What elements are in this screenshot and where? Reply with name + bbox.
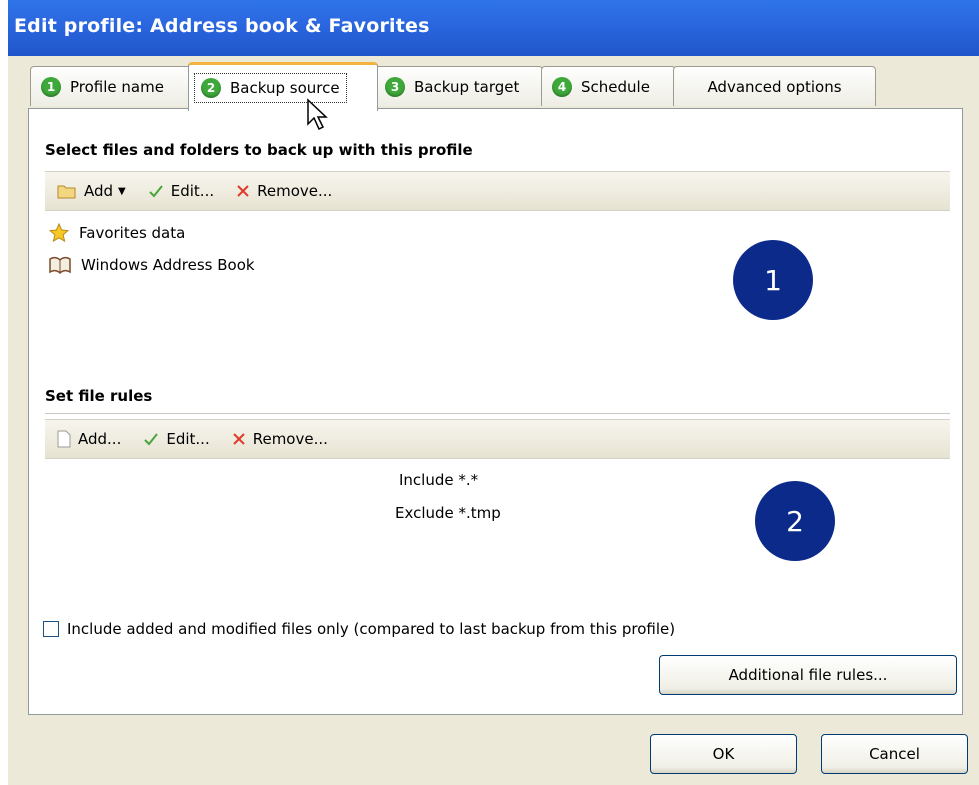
modified-only-checkbox[interactable] [43, 621, 59, 637]
dialog-window: Edit profile: Address book & Favorites 1… [8, 0, 979, 785]
tab-backup-source[interactable]: 2 Backup source [188, 62, 378, 111]
remove-x-icon [232, 432, 246, 446]
star-icon [49, 223, 69, 243]
tab-schedule[interactable]: 4 Schedule [541, 66, 676, 106]
tab-backup-target[interactable]: 3 Backup target [374, 66, 543, 106]
new-document-icon [57, 430, 71, 448]
checkmark-icon [143, 431, 159, 447]
rules-edit-button[interactable]: Edit... [143, 430, 210, 448]
checkbox-label: Include added and modified files only (c… [67, 620, 676, 638]
tab-label: Backup target [414, 77, 520, 96]
rules-add-button[interactable]: Add... [57, 430, 121, 448]
section-divider [45, 413, 950, 414]
list-item[interactable]: Favorites data [45, 217, 950, 249]
tab-strip: 1 Profile name 2 Backup source 3 Backup … [8, 62, 979, 111]
step-4-icon: 4 [552, 76, 572, 97]
list-item[interactable]: Exclude *.tmp [395, 504, 501, 522]
mouse-pointer-icon [306, 98, 328, 136]
additional-file-rules-button[interactable]: Additional file rules... [659, 655, 957, 695]
list-item[interactable]: Windows Address Book [45, 249, 950, 281]
remove-x-icon [236, 184, 250, 198]
cancel-button[interactable]: Cancel [821, 734, 968, 774]
source-section-title: Select files and folders to back up with… [45, 141, 473, 159]
modified-only-option[interactable]: Include added and modified files only (c… [43, 620, 675, 638]
source-list[interactable]: Favorites data Windows Address Book [45, 217, 950, 357]
source-add-button[interactable]: Add ▼ [57, 182, 126, 200]
source-edit-button[interactable]: Edit... [148, 182, 214, 200]
tab-label: Schedule [581, 77, 650, 96]
tab-label: Backup source [230, 79, 340, 97]
step-3-icon: 3 [385, 76, 405, 97]
window-title: Edit profile: Address book & Favorites [14, 15, 430, 37]
step-1-icon: 1 [41, 76, 61, 97]
title-bar[interactable]: Edit profile: Address book & Favorites [8, 0, 979, 56]
source-toolbar: Add ▼ Edit... Remove... [45, 171, 950, 211]
source-remove-button[interactable]: Remove... [236, 182, 332, 200]
rules-section-title: Set file rules [45, 387, 153, 405]
dropdown-arrow-icon: ▼ [118, 185, 126, 197]
checkmark-icon [148, 183, 164, 199]
ok-button[interactable]: OK [650, 734, 797, 774]
tab-label: Profile name [70, 77, 164, 96]
step-2-icon: 2 [201, 78, 221, 98]
address-book-icon [49, 256, 71, 274]
tab-advanced-options[interactable]: Advanced options [673, 66, 876, 106]
rules-toolbar: Add... Edit... Remove... [45, 419, 950, 459]
callout-marker-1: 1 [733, 240, 813, 320]
callout-marker-2: 2 [755, 481, 835, 561]
tab-profile-name[interactable]: 1 Profile name [30, 66, 192, 106]
folder-icon [57, 183, 77, 199]
rules-remove-button[interactable]: Remove... [232, 430, 328, 448]
tab-label: Advanced options [707, 77, 842, 96]
tab-panel: Select files and folders to back up with… [28, 108, 963, 715]
list-item[interactable]: Include *.* [399, 471, 478, 489]
